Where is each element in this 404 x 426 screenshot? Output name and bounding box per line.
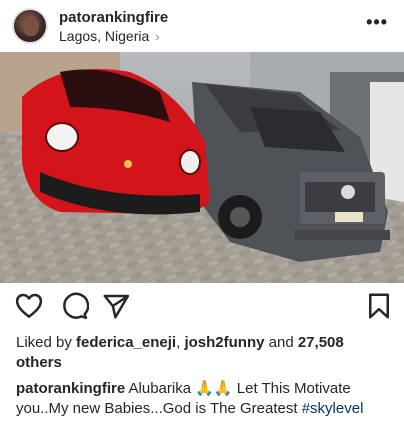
likes-others[interactable]: others <box>16 354 62 371</box>
action-bar <box>0 291 404 321</box>
liker-username[interactable]: federica_eneji <box>76 334 176 351</box>
liker-username[interactable]: josh2funny <box>184 334 264 351</box>
avatar[interactable] <box>12 8 48 44</box>
post-photo-image <box>0 52 404 283</box>
share-icon[interactable] <box>101 291 131 321</box>
post-caption: patorankingfire Alubarika 🙏🙏 Let This Mo… <box>16 379 396 419</box>
more-options-icon[interactable]: ••• <box>366 13 388 31</box>
likes-and: and <box>264 334 298 351</box>
post-header: patorankingfire Lagos, Nigeria › ••• <box>0 0 404 52</box>
likes-prefix: Liked by <box>16 334 77 351</box>
post-username[interactable]: patorankingfire <box>59 9 168 26</box>
comment-icon[interactable] <box>59 291 90 321</box>
caption-emoji: 🙏🙏 <box>195 380 233 397</box>
location-label[interactable]: Lagos, Nigeria <box>59 28 149 44</box>
chevron-right-icon: › <box>155 28 160 44</box>
caption-text: Alubarika <box>125 380 196 397</box>
likes-summary[interactable]: Liked by federica_eneji, josh2funny and … <box>16 333 388 373</box>
caption-username[interactable]: patorankingfire <box>16 380 125 397</box>
bookmark-icon[interactable] <box>364 291 394 321</box>
heart-icon[interactable] <box>14 291 44 321</box>
likes-count[interactable]: 27,508 <box>298 334 344 351</box>
post-photo[interactable] <box>0 52 404 283</box>
hashtag-link[interactable]: #skylevel <box>302 400 364 417</box>
post-location[interactable]: Lagos, Nigeria › <box>59 28 160 44</box>
